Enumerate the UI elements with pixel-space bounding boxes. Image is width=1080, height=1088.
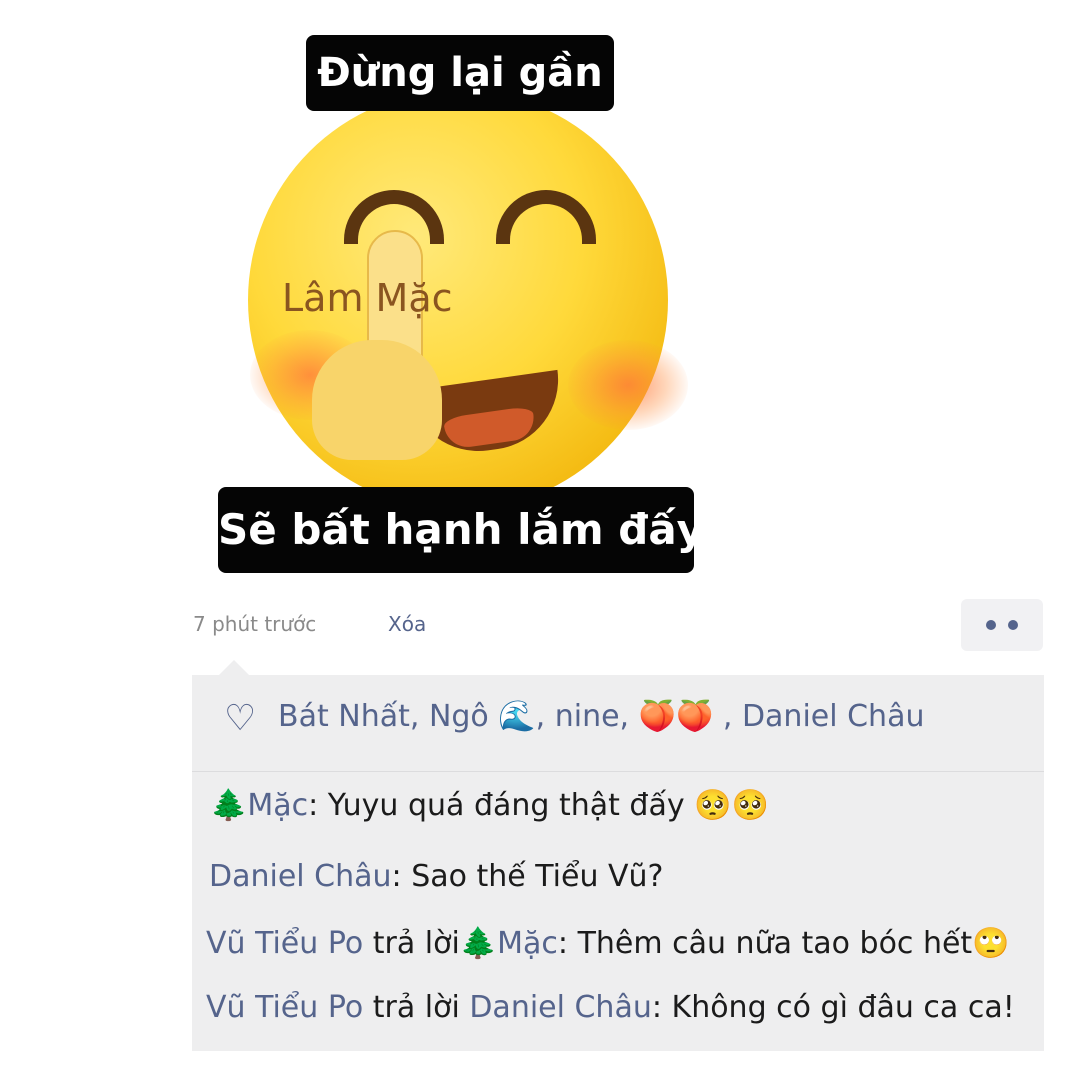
- likes-list[interactable]: Bát Nhất, Ngô 🌊, nine, 🍑🍑 , Daniel Châu: [278, 699, 924, 734]
- reply-word: trả lời: [363, 926, 460, 961]
- comment-separator: :: [651, 990, 672, 1025]
- interaction-panel: ♡ Bát Nhất, Ngô 🌊, nine, 🍑🍑 , Daniel Châ…: [192, 675, 1044, 1051]
- meme-caption-bottom: Sẽ bất hạnh lắm đấy: [218, 487, 704, 573]
- comment-author[interactable]: Vũ Tiểu Po: [206, 926, 363, 961]
- likes-row: ♡ Bát Nhất, Ngô 🌊, nine, 🍑🍑 , Daniel Châ…: [192, 675, 1044, 772]
- comment-item[interactable]: Daniel Châu: Sao thế Tiểu Vũ?: [209, 859, 663, 894]
- reply-target[interactable]: Daniel Châu: [469, 990, 652, 1025]
- more-dots-icon: [1008, 620, 1018, 630]
- comment-separator: :: [557, 926, 578, 961]
- comment-item[interactable]: Vũ Tiểu Po trả lời Daniel Châu: Không có…: [206, 990, 1015, 1025]
- meme-image: Lâm Mặc Đừng lại gần Sẽ bất hạnh lắm đấy: [192, 0, 724, 578]
- heart-outline-icon[interactable]: ♡: [224, 699, 264, 739]
- panel-pointer: [218, 660, 250, 676]
- comment-author[interactable]: Vũ Tiểu Po: [206, 990, 363, 1025]
- comment-text: Thêm câu nữa tao bóc hết🙄: [577, 926, 1010, 961]
- more-dots-icon: [986, 620, 996, 630]
- comment-separator: :: [391, 859, 412, 894]
- comment-item[interactable]: Vũ Tiểu Po trả lời🌲Mặc: Thêm câu nữa tao…: [206, 926, 1010, 961]
- meme-caption-top: Đừng lại gần: [306, 35, 614, 111]
- comment-separator: :: [308, 788, 328, 823]
- comment-text: Sao thế Tiểu Vũ?: [411, 859, 664, 894]
- right-cheek: [568, 340, 688, 430]
- delete-link[interactable]: Xóa: [388, 612, 426, 636]
- reply-word: trả lời: [363, 990, 470, 1025]
- post-timestamp: 7 phút trước: [193, 612, 317, 636]
- comment-text: Yuyu quá đáng thật đấy 🥺🥺: [327, 788, 769, 823]
- comment-text: Không có gì đâu ca ca!: [671, 990, 1015, 1025]
- hand: [312, 340, 442, 460]
- comment-author[interactable]: Daniel Châu: [209, 859, 392, 894]
- comment-item[interactable]: 🌲Mặc: Yuyu quá đáng thật đấy 🥺🥺: [210, 788, 769, 823]
- meme-watermark: Lâm Mặc: [282, 276, 453, 320]
- reply-target[interactable]: 🌲Mặc: [460, 926, 558, 961]
- more-button[interactable]: [961, 599, 1043, 651]
- comment-author[interactable]: 🌲Mặc: [210, 788, 308, 823]
- right-eye: [496, 190, 596, 244]
